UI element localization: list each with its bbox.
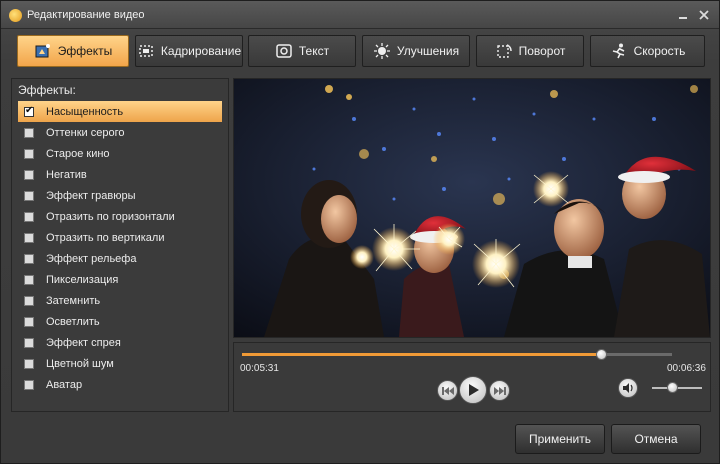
effect-item[interactable]: Эффект спрея [18,332,222,353]
skip-forward-button[interactable] [489,380,510,401]
progress-track[interactable] [242,349,672,360]
tab-effects[interactable]: Эффекты [17,35,129,67]
effect-label: Цветной шум [46,357,114,370]
effect-label: Эффект рельефа [46,252,137,265]
effect-label: Эффект спрея [46,336,121,349]
play-icon [469,384,479,396]
checkbox[interactable] [24,379,34,390]
effect-item[interactable]: Цветной шум [18,353,222,374]
tab-enhancements[interactable]: Улучшения [362,35,470,67]
player-controls: 00:05:31 00:06:36 [233,342,711,412]
checkbox[interactable] [24,316,34,327]
tab-bar: Эффекты Кадрирование Текст Улучшения Пов… [11,35,711,71]
current-time: 00:05:31 [240,363,279,374]
effect-label: Негатив [46,168,87,181]
volume-button[interactable] [618,378,638,398]
window-title: Редактирование видео [27,9,145,21]
effects-heading: Эффекты: [18,83,76,97]
effect-item[interactable]: Отразить по вертикали [18,227,222,248]
cancel-button[interactable]: Отмена [611,424,701,454]
checkbox[interactable] [24,211,34,222]
effect-label: Оттенки серого [46,126,125,139]
tab-label: Поворот [518,44,566,58]
effect-label: Насыщенность [46,105,124,118]
minimize-icon[interactable] [676,8,690,22]
effect-item[interactable]: Эффект гравюры [18,185,222,206]
checkbox[interactable] [24,295,34,306]
skip-back-button[interactable] [437,380,458,401]
speaker-icon [623,383,633,393]
title-bar[interactable]: Редактирование видео [1,1,719,29]
checkbox[interactable] [24,105,34,117]
tab-label: Эффекты [57,44,113,58]
tab-label: Кадрирование [160,44,242,58]
effect-item[interactable]: Эффект рельефа [18,248,222,269]
effect-item[interactable]: Старое кино [18,143,222,164]
close-icon[interactable] [697,8,711,22]
effect-label: Пикселизация [46,273,119,286]
effect-label: Отразить по вертикали [46,231,165,244]
app-logo-icon [9,9,22,22]
checkbox[interactable] [24,190,34,201]
volume-handle[interactable] [667,382,678,393]
effects-icon [34,43,52,59]
total-time: 00:06:36 [667,363,706,374]
effect-label: Старое кино [46,147,110,160]
effect-label: Аватар [46,378,83,391]
checkbox[interactable] [24,232,34,243]
checkbox[interactable] [24,337,34,348]
skip-forward-icon [493,386,506,395]
effect-item[interactable]: Насыщенность [18,101,222,122]
play-button[interactable] [459,376,487,404]
tab-label: Текст [298,44,330,58]
checkbox[interactable] [24,358,34,369]
apply-button[interactable]: Применить [515,424,605,454]
skip-back-icon [441,386,454,395]
brightness-icon [373,43,391,59]
rotate-icon [495,43,513,59]
tab-label: Улучшения [396,44,460,58]
tab-speed[interactable]: Скорость [590,35,705,67]
tab-label: Скорость [633,44,686,58]
checkbox[interactable] [24,169,34,180]
video-editor-window: Редактирование видео Эффекты Кадрировани… [0,0,720,464]
effect-item[interactable]: Пикселизация [18,269,222,290]
effect-item[interactable]: Оттенки серого [18,122,222,143]
tab-text[interactable]: Текст [248,35,356,67]
progress-fill [242,353,602,356]
effect-item[interactable]: Осветлить [18,311,222,332]
checkbox[interactable] [24,274,34,285]
volume-track[interactable] [652,382,702,393]
effect-item[interactable]: Аватар [18,374,222,395]
effects-list: Насыщенность Оттенки серого Старое кино … [18,101,222,395]
tab-rotate[interactable]: Поворот [476,35,584,67]
crop-icon [137,43,155,59]
effect-label: Осветлить [46,315,100,328]
video-preview[interactable] [233,78,711,338]
effects-panel: Эффекты: Насыщенность Оттенки серого Ста… [11,78,229,412]
effect-label: Отразить по горизонтали [46,210,175,223]
effect-item[interactable]: Негатив [18,164,222,185]
checkbox[interactable] [24,148,34,159]
effect-label: Затемнить [46,294,101,307]
tab-crop[interactable]: Кадрирование [135,35,243,67]
effect-item[interactable]: Отразить по горизонтали [18,206,222,227]
checkbox[interactable] [24,127,34,138]
text-icon [275,43,293,59]
progress-handle[interactable] [596,349,608,360]
effect-item[interactable]: Затемнить [18,290,222,311]
checkbox[interactable] [24,253,34,264]
running-man-icon [610,43,628,59]
effect-label: Эффект гравюры [46,189,136,202]
